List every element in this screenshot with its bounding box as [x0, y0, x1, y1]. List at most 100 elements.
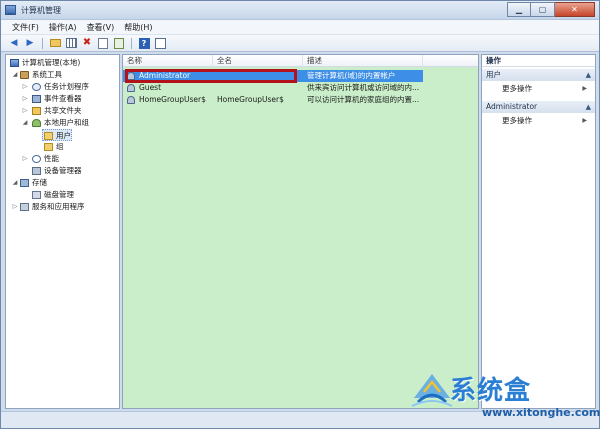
computer-icon: [10, 59, 19, 67]
submenu-arrow-icon: ▶: [582, 117, 587, 124]
menu-view[interactable]: 查看(V): [82, 20, 120, 35]
menu-bar: 文件(F) 操作(A) 查看(V) 帮助(H): [1, 20, 599, 35]
actions-pane: 操作 用户 ▲ 更多操作 ▶ Administrator ▲ 更多操作 ▶: [481, 54, 596, 409]
actions-section-users[interactable]: 用户 ▲: [482, 69, 595, 81]
tree-item-label: 计算机管理(本地): [22, 58, 81, 67]
list-header: 名称 全名 描述: [123, 55, 478, 67]
expand-arrow-icon[interactable]: ▷: [22, 153, 28, 165]
user-list: 名称 全名 描述 Administrator 管理计算机(域)的内置帐户 Gue…: [122, 54, 479, 409]
tree-item-label: 性能: [44, 154, 59, 163]
tree-item-system-tools[interactable]: ◢ 系统工具: [6, 69, 119, 81]
export-list-icon: [114, 37, 124, 49]
tree-item-label: 组: [56, 142, 64, 151]
expand-arrow-icon[interactable]: ▷: [22, 93, 28, 105]
user-description: 管理计算机(域)的内置帐户: [307, 71, 396, 80]
tree-item-event-viewer[interactable]: ▷ 事件查看器: [6, 93, 119, 105]
menu-action[interactable]: 操作(A): [44, 20, 82, 35]
properties-button[interactable]: [96, 37, 110, 50]
expand-arrow-icon[interactable]: ▷: [22, 105, 28, 117]
table-row[interactable]: Guest 供来宾访问计算机或访问域的内...: [123, 82, 478, 94]
users-icon: [32, 119, 41, 127]
watermark-logo-icon: [411, 374, 453, 407]
tree-item-local-users-groups[interactable]: ◢ 本地用户和组: [6, 117, 119, 129]
action-pane-toggle-button[interactable]: [153, 37, 167, 50]
tools-icon: [20, 71, 29, 79]
clock-icon: [32, 83, 41, 91]
collapse-arrow-icon[interactable]: ◢: [12, 69, 18, 81]
table-row[interactable]: HomeGroupUser$ HomeGroupUser$ 可以访问计算机的家庭…: [123, 94, 478, 106]
collapse-up-icon[interactable]: ▲: [586, 101, 591, 113]
folder-icon: [44, 132, 53, 140]
folder-icon: [44, 143, 53, 151]
caption-buttons: ▁ ▢ ✕: [507, 2, 595, 18]
tree-item-shared-folders[interactable]: ▷ 共享文件夹: [6, 105, 119, 117]
expand-arrow-icon[interactable]: ▷: [22, 81, 28, 93]
user-description: 可以访问计算机的家庭组的内置...: [307, 95, 420, 104]
folder-up-icon: [49, 39, 61, 47]
watermark-brand: 系统盒: [450, 376, 532, 406]
console-tree-icon: [65, 38, 77, 48]
minimize-button[interactable]: ▁: [507, 2, 531, 17]
close-button[interactable]: ✕: [555, 2, 595, 17]
console-tree: 计算机管理(本地) ◢ 系统工具 ▷ 任务计划程序 ▷ 事件查看器 ▷ 共享文件…: [5, 54, 120, 409]
watermark: 系统盒 www.xitonghe.com: [410, 368, 600, 424]
back-arrow-icon[interactable]: ◀: [7, 37, 21, 50]
title-bar[interactable]: 计算机管理 ▁ ▢ ✕: [1, 1, 599, 20]
tree-item-storage[interactable]: ◢ 存储: [6, 177, 119, 189]
disk-icon: [32, 191, 41, 199]
performance-icon: [32, 155, 41, 163]
delete-icon[interactable]: ✖: [80, 37, 94, 50]
tree-item-users[interactable]: 用户: [42, 129, 72, 141]
tree-item-label: 服务和应用程序: [32, 202, 85, 211]
tree-item-label: 任务计划程序: [44, 82, 89, 91]
collapse-up-icon[interactable]: ▲: [586, 69, 591, 81]
menu-file[interactable]: 文件(F): [7, 20, 44, 35]
action-item-label: 更多操作: [502, 84, 532, 93]
column-header-name[interactable]: 名称: [123, 55, 213, 67]
tree-item-task-scheduler[interactable]: ▷ 任务计划程序: [6, 81, 119, 93]
menu-help[interactable]: 帮助(H): [119, 20, 157, 35]
tree-item-groups[interactable]: 组: [6, 141, 119, 153]
collapse-arrow-icon[interactable]: ◢: [12, 177, 18, 189]
watermark-url: www.xitonghe.com: [482, 406, 600, 419]
properties-icon: [98, 37, 108, 49]
expand-arrow-icon[interactable]: ▷: [12, 201, 18, 213]
column-header-fullname[interactable]: 全名: [213, 55, 303, 67]
computer-management-window: 计算机管理 ▁ ▢ ✕ 文件(F) 操作(A) 查看(V) 帮助(H) ◀ ▶ …: [0, 0, 600, 429]
tree-item-services-applications[interactable]: ▷ 服务和应用程序: [6, 201, 119, 213]
toolbar-separator: [131, 37, 132, 49]
submenu-arrow-icon: ▶: [582, 85, 587, 92]
tree-item-disk-management[interactable]: 磁盘管理: [6, 189, 119, 201]
actions-section-administrator[interactable]: Administrator ▲: [482, 101, 595, 113]
tree-item-performance[interactable]: ▷ 性能: [6, 153, 119, 165]
up-folder-button[interactable]: [48, 37, 62, 50]
maximize-button[interactable]: ▢: [531, 2, 555, 17]
storage-icon: [20, 179, 29, 187]
toolbar: ◀ ▶ ✖ ?: [1, 35, 599, 52]
more-actions-users[interactable]: 更多操作 ▶: [482, 83, 595, 95]
user-description: 供来宾访问计算机或访问域的内...: [307, 83, 420, 92]
highlight-annotation-box: [125, 69, 297, 83]
tree-item-label: 共享文件夹: [44, 106, 82, 115]
action-pane-icon: [154, 37, 166, 49]
tree-item-label: 磁盘管理: [44, 190, 74, 199]
more-actions-administrator[interactable]: 更多操作 ▶: [482, 115, 595, 127]
user-fullname: HomeGroupUser$: [217, 95, 284, 104]
toolbar-separator: [42, 37, 43, 49]
collapse-arrow-icon[interactable]: ◢: [22, 117, 28, 129]
tree-item-label: 系统工具: [32, 70, 62, 79]
column-header-description[interactable]: 描述: [303, 55, 423, 67]
help-button[interactable]: ?: [137, 37, 151, 50]
computer-management-icon: [5, 5, 16, 15]
event-viewer-icon: [32, 95, 41, 103]
export-list-button[interactable]: [112, 37, 126, 50]
forward-arrow-icon[interactable]: ▶: [23, 37, 37, 50]
show-hide-tree-button[interactable]: [64, 37, 78, 50]
user-icon: [127, 96, 135, 104]
user-fullname: [217, 82, 301, 94]
tree-item-computer-management[interactable]: 计算机管理(本地): [6, 57, 119, 69]
services-icon: [20, 203, 29, 211]
tree-item-device-manager[interactable]: 设备管理器: [6, 165, 119, 177]
user-name: Guest: [139, 83, 162, 92]
section-header-label: Administrator: [486, 102, 538, 111]
